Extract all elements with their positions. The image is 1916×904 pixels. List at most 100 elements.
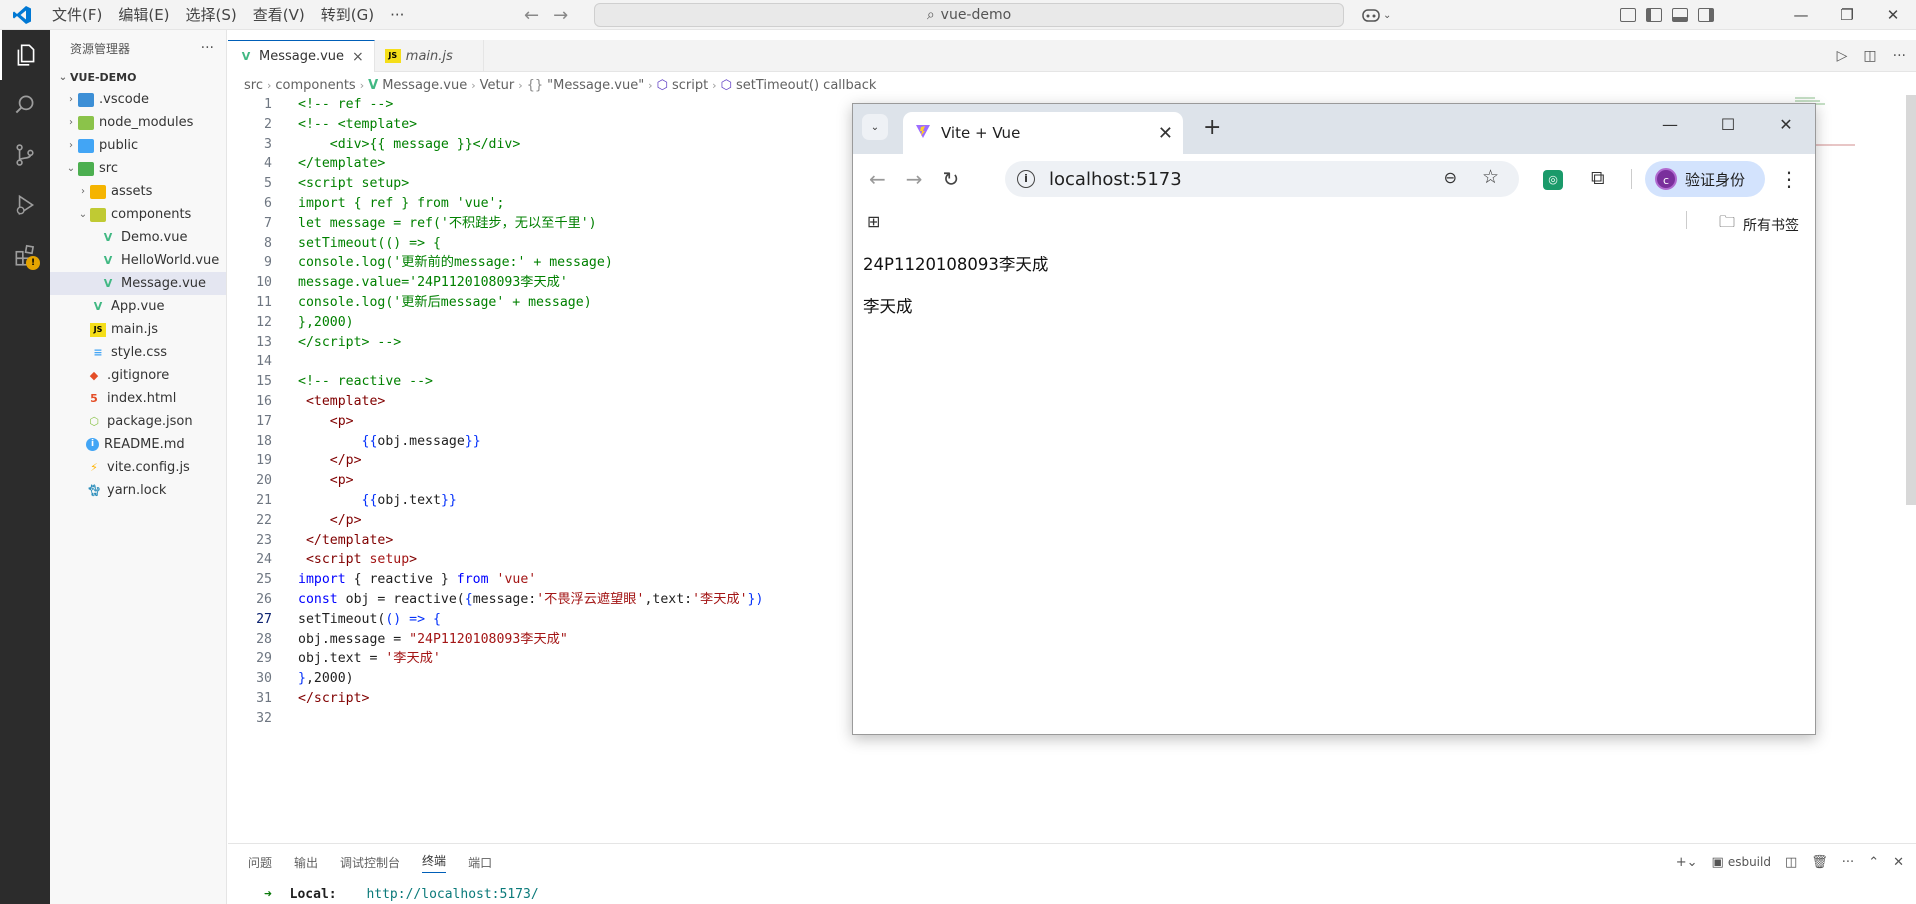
split-editor-icon[interactable]: ◫ <box>1863 48 1876 64</box>
minimize-icon[interactable]: — <box>1641 104 1699 144</box>
customize-layout-icon[interactable] <box>1620 8 1636 22</box>
symbol-icon: ⬡ <box>656 77 668 93</box>
site-info-icon[interactable]: i <box>1017 170 1035 188</box>
tab-terminal[interactable]: 终端 <box>422 852 447 873</box>
tree-item-vscode[interactable]: › .vscode <box>50 88 226 111</box>
zoom-icon[interactable]: ⊖ <box>1444 168 1457 187</box>
tree-item-node-modules[interactable]: › node_modules <box>50 111 226 134</box>
explorer-icon[interactable] <box>0 30 50 80</box>
tree-item-yarn-lock[interactable]: 🐈︎ yarn.lock <box>50 479 226 502</box>
tab-output[interactable]: 输出 <box>294 854 318 871</box>
line-number: 11 <box>256 294 272 310</box>
tree-item-helloworld-vue[interactable]: V HelloWorld.vue <box>50 249 226 272</box>
tree-item-label: index.html <box>107 391 177 406</box>
tree-item-src[interactable]: ⌄ src <box>50 157 226 180</box>
back-arrow-icon[interactable]: ← <box>524 5 539 26</box>
tree-item-package-json[interactable]: ⬡ package.json <box>50 410 226 433</box>
tree-item-gitignore[interactable]: ◆ .gitignore <box>50 364 226 387</box>
breadcrumb-item[interactable]: "Message.vue" <box>547 78 644 93</box>
reload-icon[interactable]: ↻ <box>943 167 960 191</box>
tree-item-main-js[interactable]: JS main.js <box>50 318 226 341</box>
browser-window: ⌄ Vite + Vue ✕ + — ☐ ✕ ← → ↻ i localhost… <box>852 103 1816 735</box>
split-terminal-icon[interactable]: ◫ <box>1785 855 1797 870</box>
address-bar[interactable]: i localhost:5173 ⊖ ☆ <box>1005 161 1519 197</box>
menu-view[interactable]: 查看(V) <box>245 0 313 30</box>
close-icon[interactable]: ✕ <box>1893 855 1904 870</box>
extensions-puzzle-icon[interactable]: ⧉ <box>1591 167 1605 189</box>
copilot-icon[interactable]: ⌄ <box>1362 0 1391 30</box>
terminal-url[interactable]: http://localhost:5173/ <box>366 887 538 902</box>
tab-search-icon[interactable]: ⌄ <box>862 114 888 140</box>
tree-item-message-vue[interactable]: V Message.vue <box>50 272 226 295</box>
trash-icon[interactable]: 🗑︎ <box>1811 855 1828 870</box>
menu-file[interactable]: 文件(F) <box>44 0 110 30</box>
breadcrumb-item[interactable]: src <box>244 78 263 93</box>
tree-item-public[interactable]: › public <box>50 134 226 157</box>
chevron-down-icon: ⌄ <box>66 163 76 174</box>
tree-item-vite-config[interactable]: ⚡ vite.config.js <box>50 456 226 479</box>
vite-logo-icon <box>915 123 931 143</box>
command-center[interactable]: ⌕ vue-demo <box>594 3 1344 27</box>
restore-icon[interactable]: ❐ <box>1824 0 1870 30</box>
all-bookmarks-button[interactable]: 🗀︎ 所有书签 <box>1719 211 1799 238</box>
menu-selection[interactable]: 选择(S) <box>178 0 245 30</box>
tree-item-index-html[interactable]: 5 index.html <box>50 387 226 410</box>
menu-edit[interactable]: 编辑(E) <box>110 0 177 30</box>
chatgpt-extension-icon[interactable]: ◎ <box>1543 170 1563 190</box>
close-icon[interactable]: × <box>352 49 364 65</box>
toggle-sidebar-icon[interactable] <box>1646 8 1662 22</box>
more-actions-icon[interactable]: ··· <box>1893 48 1906 64</box>
kebab-menu-icon[interactable]: ⋮ <box>1779 167 1799 191</box>
tab-ports[interactable]: 端口 <box>468 854 492 871</box>
src-folder-icon <box>78 161 94 176</box>
breadcrumb-item[interactable]: components <box>275 78 355 93</box>
tree-item-style-css[interactable]: ≡ style.css <box>50 341 226 364</box>
page-text-name: 李天成 <box>863 297 913 316</box>
apps-grid-icon[interactable]: ⊞ <box>867 212 880 231</box>
browser-tab[interactable]: Vite + Vue ✕ <box>903 112 1183 154</box>
close-icon[interactable]: ✕ <box>1158 123 1173 144</box>
tab-debug-console[interactable]: 调试控制台 <box>340 854 400 871</box>
tab-message-vue[interactable]: V Message.vue × <box>228 40 375 72</box>
toggle-secondary-sidebar-icon[interactable] <box>1698 8 1714 22</box>
new-terminal-icon[interactable]: +⌄ <box>1676 855 1698 870</box>
new-tab-icon[interactable]: + <box>1203 115 1221 140</box>
back-arrow-icon[interactable]: ← <box>869 167 886 191</box>
menu-go[interactable]: 转到(G) <box>313 0 382 30</box>
line-number: 2 <box>264 116 272 132</box>
breadcrumb-item[interactable]: script <box>672 78 708 93</box>
tree-item-assets[interactable]: › assets <box>50 180 226 203</box>
close-icon[interactable]: ✕ <box>1757 104 1815 144</box>
search-icon[interactable] <box>0 80 50 130</box>
tree-item-demo-vue[interactable]: V Demo.vue <box>50 226 226 249</box>
tab-main-js[interactable]: JS main.js <box>375 40 484 72</box>
source-control-icon[interactable] <box>0 130 50 180</box>
more-actions-icon[interactable]: ··· <box>1842 855 1854 870</box>
breadcrumb-item[interactable]: setTimeout() callback <box>736 78 876 93</box>
terminal-shell-selector[interactable]: ▣ esbuild <box>1712 855 1771 870</box>
run-icon[interactable]: ▷ <box>1837 48 1848 64</box>
verify-identity-button[interactable]: c 验证身份 <box>1645 161 1765 197</box>
close-icon[interactable]: ✕ <box>1870 0 1916 30</box>
breadcrumb-item[interactable]: Message.vue <box>382 78 467 93</box>
tree-item-label: Demo.vue <box>121 230 188 245</box>
more-actions-icon[interactable]: ··· <box>201 40 214 56</box>
tab-problems[interactable]: 问题 <box>248 854 272 871</box>
vertical-scrollbar[interactable] <box>1906 95 1916 505</box>
menu-more[interactable]: ··· <box>382 0 412 30</box>
forward-arrow-icon[interactable]: → <box>906 167 923 191</box>
maximize-icon[interactable]: ☐ <box>1699 104 1757 144</box>
extensions-icon[interactable] <box>0 230 50 280</box>
bookmark-star-icon[interactable]: ☆ <box>1482 166 1499 188</box>
run-debug-icon[interactable] <box>0 180 50 230</box>
minimize-icon[interactable]: — <box>1778 0 1824 30</box>
chevron-up-icon[interactable]: ⌃ <box>1868 855 1879 870</box>
tree-item-readme-md[interactable]: i README.md <box>50 433 226 456</box>
toggle-panel-icon[interactable] <box>1672 8 1688 22</box>
breadcrumb-item[interactable]: Vetur <box>480 78 515 93</box>
tree-item-label: package.json <box>107 414 193 429</box>
tree-item-app-vue[interactable]: V App.vue <box>50 295 226 318</box>
forward-arrow-icon[interactable]: → <box>553 5 568 26</box>
workspace-root[interactable]: ⌄ VUE-DEMO <box>50 66 226 88</box>
tree-item-components[interactable]: ⌄ components <box>50 203 226 226</box>
